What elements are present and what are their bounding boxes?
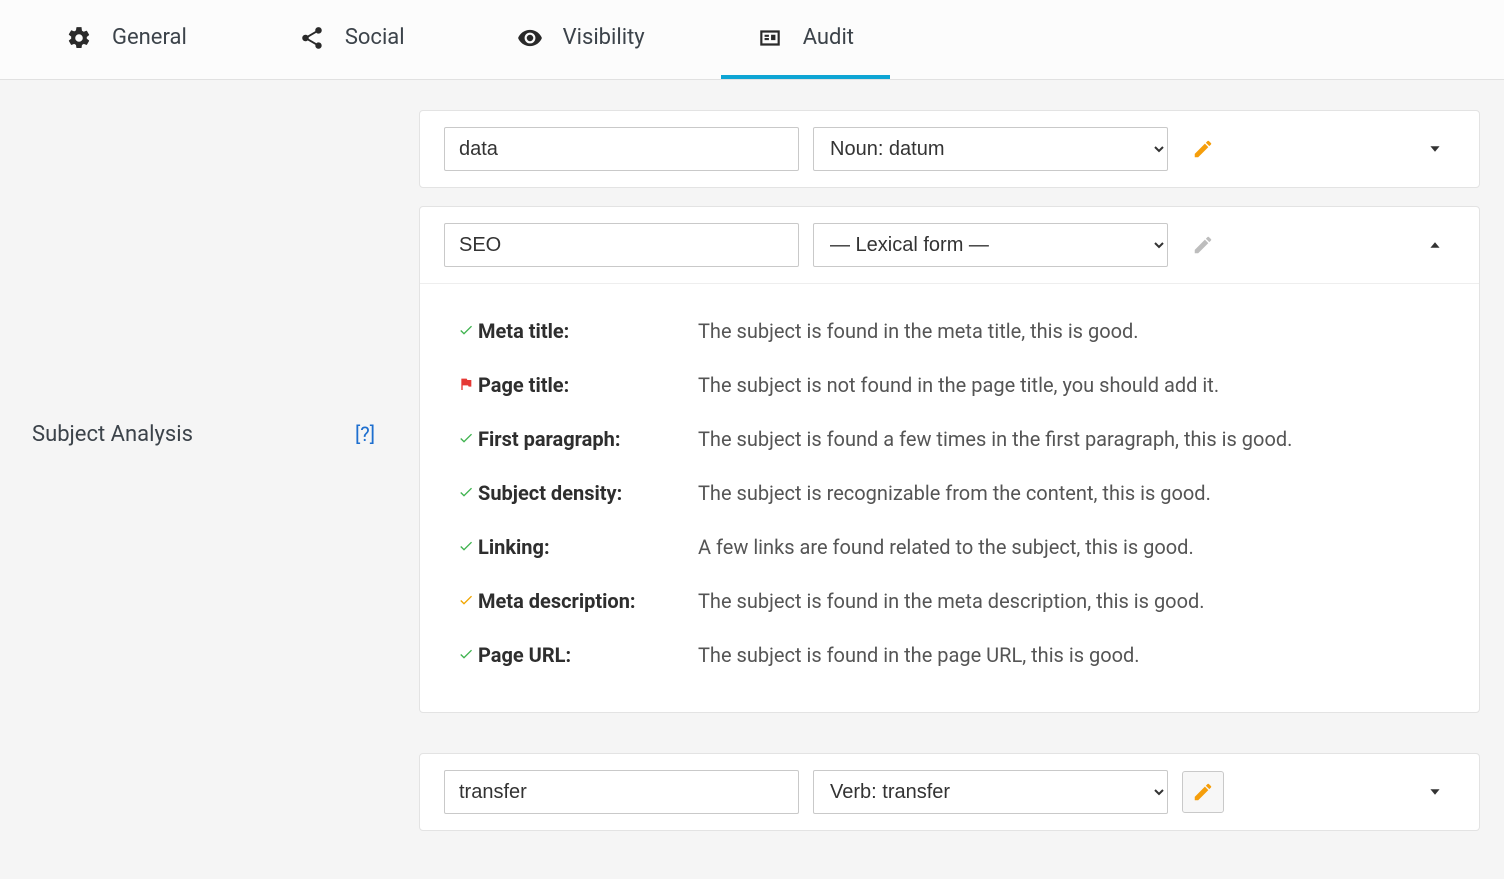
help-link[interactable]: [?]	[355, 422, 375, 447]
check-message: The subject is recognizable from the con…	[698, 478, 1445, 508]
pencil-icon	[1192, 138, 1214, 160]
check-good-icon	[454, 478, 478, 508]
check-label: Subject density:	[478, 478, 698, 508]
sidebar: Subject Analysis [?]	[0, 80, 395, 849]
check-row: Meta description: The subject is found i…	[454, 574, 1445, 628]
tab-label: Social	[345, 25, 405, 50]
check-message: The subject is not found in the page tit…	[698, 370, 1445, 400]
edit-button[interactable]	[1182, 224, 1224, 266]
subject-panel: — Lexical form — Meta title: The subject…	[419, 206, 1480, 713]
check-label: Page URL:	[478, 640, 698, 670]
check-row: Meta title: The subject is found in the …	[454, 304, 1445, 358]
check-message: The subject is found in the meta descrip…	[698, 586, 1445, 616]
pencil-icon	[1192, 781, 1214, 803]
tab-general[interactable]: General	[30, 0, 223, 79]
id-card-icon	[757, 25, 783, 51]
edit-button[interactable]	[1182, 771, 1224, 813]
collapse-toggle[interactable]	[1415, 225, 1455, 265]
check-warn-icon	[454, 586, 478, 616]
pencil-icon	[1192, 234, 1214, 256]
chevron-down-icon	[1424, 138, 1446, 160]
tab-bar: General Social Visibility Audit	[0, 0, 1504, 80]
check-row: Linking: A few links are found related t…	[454, 520, 1445, 574]
tab-label: Visibility	[563, 25, 645, 50]
check-label: Page title:	[478, 370, 698, 400]
check-row: First paragraph: The subject is found a …	[454, 412, 1445, 466]
check-label: Meta description:	[478, 586, 698, 616]
subject-panel: Noun: datum	[419, 110, 1480, 188]
expand-toggle[interactable]	[1415, 772, 1455, 812]
lexical-form-select[interactable]: Noun: datum	[813, 127, 1168, 171]
check-good-icon	[454, 640, 478, 670]
check-good-icon	[454, 424, 478, 454]
lexical-form-select[interactable]: Verb: transfer	[813, 770, 1168, 814]
flag-icon	[454, 370, 478, 400]
tab-label: General	[112, 25, 187, 50]
lexical-form-select[interactable]: — Lexical form —	[813, 223, 1168, 267]
keyword-input[interactable]	[444, 223, 799, 267]
share-icon	[299, 25, 325, 51]
tab-social[interactable]: Social	[263, 0, 441, 79]
keyword-input[interactable]	[444, 770, 799, 814]
check-row: Page URL: The subject is found in the pa…	[454, 628, 1445, 682]
check-good-icon	[454, 316, 478, 346]
keyword-input[interactable]	[444, 127, 799, 171]
chevron-up-icon	[1424, 234, 1446, 256]
check-message: The subject is found a few times in the …	[698, 424, 1445, 454]
tab-audit[interactable]: Audit	[721, 0, 890, 79]
gear-icon	[66, 25, 92, 51]
tab-label: Audit	[803, 25, 854, 50]
expand-toggle[interactable]	[1415, 129, 1455, 169]
check-good-icon	[454, 532, 478, 562]
section-heading: Subject Analysis	[32, 422, 193, 447]
main-panel: Noun: datum — Lexical form —	[395, 80, 1504, 849]
check-message: The subject is found in the meta title, …	[698, 316, 1445, 346]
eye-icon	[517, 25, 543, 51]
checks-list: Meta title: The subject is found in the …	[420, 283, 1479, 712]
edit-button[interactable]	[1182, 128, 1224, 170]
check-row: Subject density: The subject is recogniz…	[454, 466, 1445, 520]
tab-visibility[interactable]: Visibility	[481, 0, 681, 79]
check-message: The subject is found in the page URL, th…	[698, 640, 1445, 670]
chevron-down-icon	[1424, 781, 1446, 803]
subject-panel: Verb: transfer	[419, 753, 1480, 831]
check-label: Linking:	[478, 532, 698, 562]
check-label: First paragraph:	[478, 424, 698, 454]
check-message: A few links are found related to the sub…	[698, 532, 1445, 562]
check-label: Meta title:	[478, 316, 698, 346]
check-row: Page title: The subject is not found in …	[454, 358, 1445, 412]
